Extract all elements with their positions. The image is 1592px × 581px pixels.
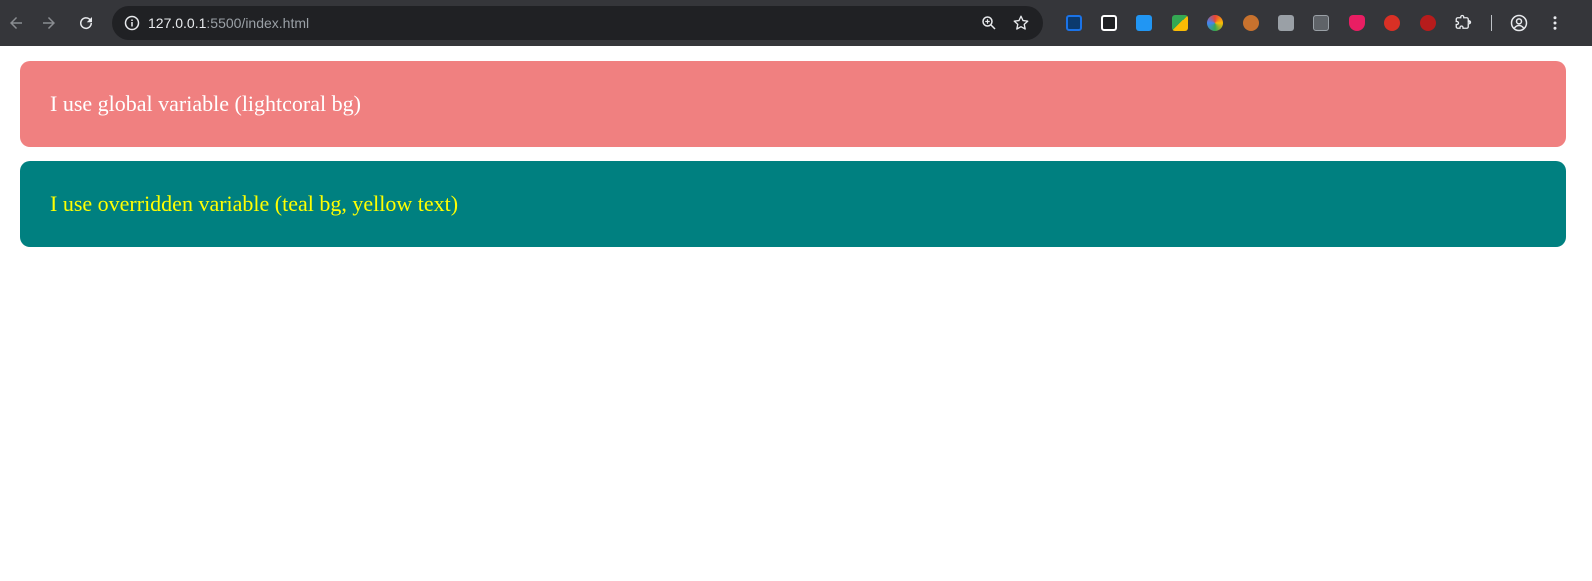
puzzle-icon (1455, 14, 1472, 29)
extension-hand-stop[interactable] (1375, 7, 1410, 39)
global-variable-text: I use global variable (lightcoral bg) (50, 91, 361, 116)
stop-icon (1419, 15, 1436, 31)
url-path: :5500/index.html (206, 15, 310, 31)
global-variable-box: I use global variable (lightcoral bg) (20, 61, 1566, 147)
zoom-icon (982, 16, 996, 30)
copy-icon (1313, 15, 1330, 31)
zoom-button[interactable] (977, 11, 1001, 35)
shield-icon (1348, 15, 1365, 31)
extension-copy[interactable] (1304, 7, 1339, 39)
extension-color-wheel[interactable] (1198, 7, 1233, 39)
overridden-variable-box: I use overridden variable (teal bg, yell… (20, 161, 1566, 247)
extensions-area (1056, 7, 1572, 39)
arrow-left-icon (10, 17, 22, 29)
reload-icon (80, 17, 93, 30)
forward-button[interactable] (34, 8, 64, 38)
card-icon (1136, 15, 1153, 31)
tabs-icon (1278, 15, 1295, 31)
browser-toolbar: 127.0.0.1:5500/index.html (0, 0, 1592, 46)
reload-button[interactable] (71, 8, 101, 38)
kebab-menu-icon (1553, 16, 1557, 30)
extension-cookie[interactable] (1233, 7, 1268, 39)
extension-blocker[interactable] (1410, 7, 1445, 39)
url-text[interactable]: 127.0.0.1:5500/index.html (148, 6, 309, 40)
screen-capture-icon (1065, 15, 1082, 31)
toolbar-separator (1490, 15, 1492, 31)
cookie-icon (1242, 15, 1259, 31)
page-content: I use global variable (lightcoral bg) I … (0, 46, 1592, 581)
extension-screen-capture[interactable] (1056, 7, 1091, 39)
site-info-button[interactable] (120, 11, 144, 35)
address-bar[interactable]: 127.0.0.1:5500/index.html (112, 6, 1043, 40)
extension-ublock[interactable] (1339, 7, 1374, 39)
extension-tabs[interactable] (1268, 7, 1303, 39)
browser-menu-button[interactable] (1537, 7, 1572, 39)
sheets-icon (1171, 15, 1188, 31)
extensions-menu-button[interactable] (1445, 7, 1480, 39)
color-wheel-icon (1207, 15, 1224, 31)
profile-button[interactable] (1502, 7, 1537, 39)
extension-glasses[interactable] (1091, 7, 1126, 39)
extension-info-card[interactable] (1127, 7, 1162, 39)
info-icon (124, 15, 140, 31)
hand-icon (1384, 15, 1401, 31)
bookmark-button[interactable] (1009, 11, 1033, 35)
extension-sheets[interactable] (1162, 7, 1197, 39)
back-button[interactable] (1, 8, 31, 38)
profile-icon (1511, 14, 1528, 32)
url-host: 127.0.0.1 (148, 15, 207, 31)
arrow-right-icon (43, 17, 55, 29)
glasses-icon (1101, 15, 1118, 31)
overridden-variable-text: I use overridden variable (teal bg, yell… (50, 191, 459, 216)
star-icon (1013, 15, 1029, 30)
